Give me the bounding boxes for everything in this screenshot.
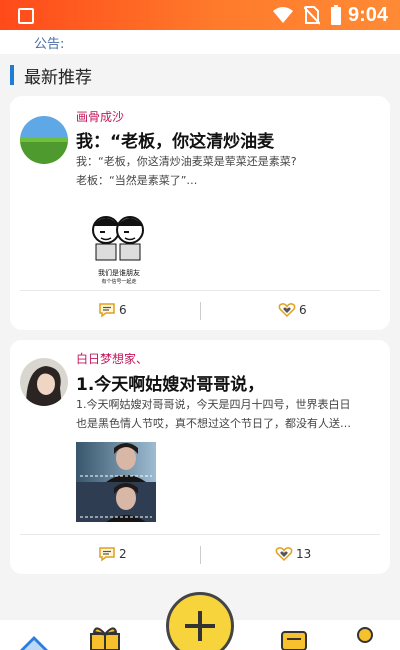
comment-icon xyxy=(99,303,115,318)
meme-caption: 我们是谁朋友 xyxy=(98,269,140,277)
like-button[interactable]: 6 xyxy=(278,302,307,318)
avatar[interactable] xyxy=(20,116,68,164)
excerpt-line: 我：“老板，你这清炒油麦菜是荤菜还是素菜? xyxy=(76,155,297,168)
profile-tab-icon[interactable] xyxy=(354,626,376,650)
section-title: 最新推荐 xyxy=(24,67,92,88)
add-post-button[interactable] xyxy=(166,592,234,650)
battery-icon xyxy=(331,5,341,25)
gift-tab-icon[interactable] xyxy=(88,624,122,650)
post-card[interactable]: 白日梦想家、 1.今天啊姑嫂对哥哥说， 1.今天啊姑嫂对哥哥说，今天是四月十四号… xyxy=(10,340,390,574)
section-header: 最新推荐 xyxy=(10,62,92,88)
section-accent-bar xyxy=(10,65,14,85)
comment-button[interactable]: 6 xyxy=(98,302,127,318)
wifi-icon xyxy=(273,7,293,23)
like-count: 13 xyxy=(296,547,312,561)
message-tab-icon[interactable] xyxy=(280,630,308,650)
card-divider xyxy=(20,290,380,291)
status-icons xyxy=(272,5,342,25)
card-divider xyxy=(20,534,380,535)
no-sim-icon xyxy=(304,6,320,25)
comment-count: 6 xyxy=(119,303,127,317)
post-title[interactable]: 1.今天啊姑嫂对哥哥说， xyxy=(76,370,264,395)
comment-button[interactable]: 2 xyxy=(98,546,127,562)
comment-icon xyxy=(99,547,115,562)
post-title[interactable]: 我：“老板，你这清炒油麦 xyxy=(76,127,274,152)
heart-icon xyxy=(275,547,293,562)
action-separator xyxy=(200,546,201,564)
status-time: 9:04 xyxy=(347,4,388,26)
plus-icon xyxy=(198,611,202,641)
avatar[interactable] xyxy=(20,358,68,406)
comment-count: 2 xyxy=(119,547,127,561)
post-author[interactable]: 画骨成沙 xyxy=(76,108,124,125)
status-bar: 9:04 xyxy=(0,0,400,30)
post-excerpt: 我：“老板，你这清炒油麦菜是荤菜还是素菜? 老板：“当然是素菜了”… xyxy=(76,152,376,190)
like-count: 6 xyxy=(299,303,307,317)
like-button[interactable]: 13 xyxy=(275,546,311,562)
notice-label: 公告: xyxy=(34,37,65,52)
movie-still-image xyxy=(76,442,156,522)
post-card[interactable]: 画骨成沙 我：“老板，你这清炒油麦 我：“老板，你这清炒油麦菜是荤菜还是素菜? … xyxy=(10,96,390,330)
meme-caption: 有个信号一起走 xyxy=(101,279,137,285)
excerpt-line: 1.今天啊姑嫂对哥哥说，今天是四月十四号，世界表白日 xyxy=(76,398,351,411)
app-notification-icon xyxy=(18,8,34,24)
post-image[interactable] xyxy=(76,442,156,522)
post-excerpt: 1.今天啊姑嫂对哥哥说，今天是四月十四号，世界表白日 也是黑色情人节哎，真不想过… xyxy=(76,395,376,433)
post-author[interactable]: 白日梦想家、 xyxy=(76,350,148,367)
notice-bar[interactable]: 公告: xyxy=(0,30,400,54)
post-image[interactable]: 我们是谁朋友 有个信号一起走 xyxy=(86,208,152,285)
meme-image xyxy=(92,216,144,261)
heart-icon xyxy=(278,303,296,318)
action-separator xyxy=(200,302,201,320)
excerpt-line: 老板：“当然是素菜了”… xyxy=(76,174,198,187)
excerpt-line: 也是黑色情人节哎，真不想过这个节日了，都没有人送… xyxy=(76,417,351,430)
home-tab-icon[interactable] xyxy=(18,628,50,650)
